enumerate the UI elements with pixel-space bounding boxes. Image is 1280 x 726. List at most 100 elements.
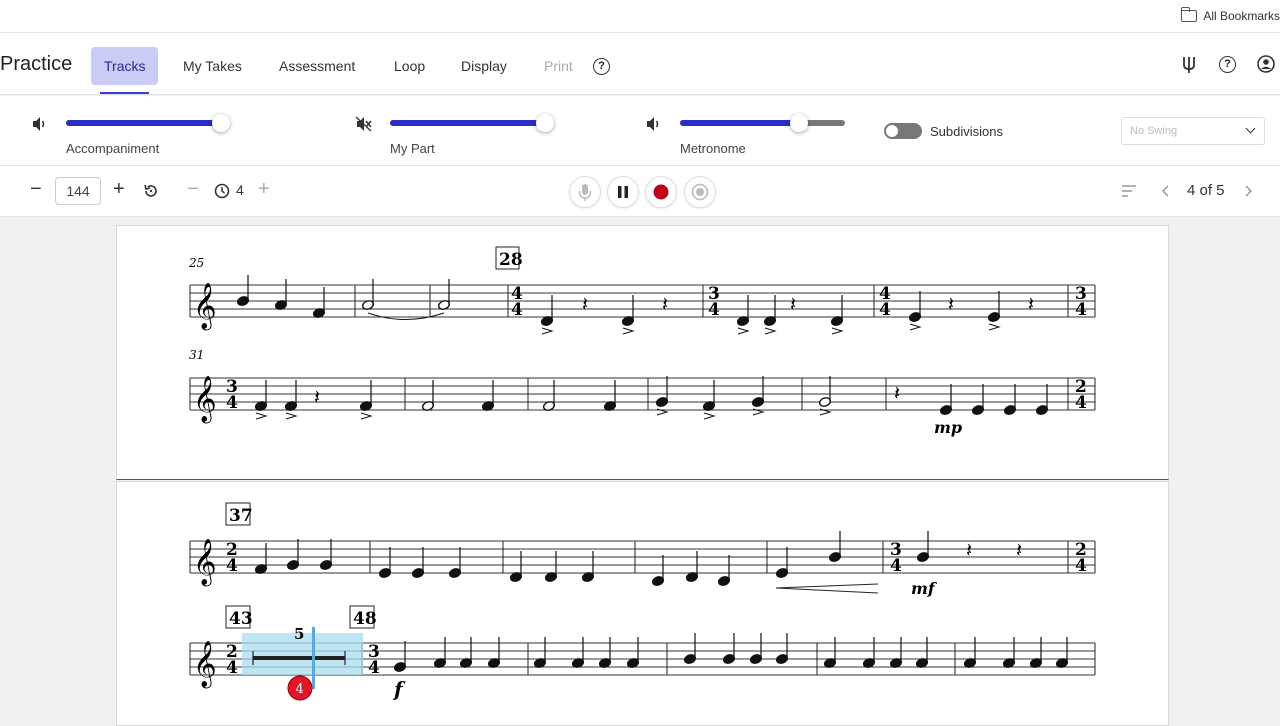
quarter-rest: 𝄽	[1028, 292, 1034, 316]
all-bookmarks-button[interactable]: All Bookmarks	[1181, 7, 1280, 23]
sort-icon[interactable]	[1121, 184, 1137, 198]
clock-icon	[214, 183, 230, 199]
time-signature: 4	[226, 393, 238, 413]
my-part-label: My Part	[390, 141, 435, 156]
treble-clef: 𝄞	[193, 539, 217, 587]
loop-record-icon	[691, 183, 709, 201]
dynamic-marking: mp	[934, 418, 962, 437]
slider-handle[interactable]	[212, 114, 230, 132]
dynamic-marking: f	[392, 677, 406, 701]
score-viewer: 𝄞 4 4 3 4 4 4 3 4 𝄞 3 4 2 4 𝄞 2 4 3 4 2 4 𝄞 2 4 3 4 𝄽 𝄽 𝄽 𝄽 𝄽 𝄽 𝄽 𝄽 𝄽 25 2…	[0, 218, 1280, 726]
count-in-value: 4	[236, 182, 244, 198]
quarter-rest: 𝄽	[966, 538, 972, 562]
slider-handle[interactable]	[536, 114, 554, 132]
my-part-volume-slider[interactable]	[390, 114, 554, 132]
tempo-decrease-button[interactable]: −	[30, 178, 42, 201]
time-signature: 4	[890, 556, 902, 576]
quarter-rest: 𝄽	[790, 292, 796, 316]
rehearsal-mark: 48	[353, 609, 377, 629]
tab-print[interactable]: Print	[531, 47, 586, 85]
accent-mark	[703, 412, 716, 420]
count-in-increase-button[interactable]: +	[258, 178, 270, 201]
tuner-icon[interactable]	[1180, 55, 1198, 75]
accent-mark	[737, 327, 750, 335]
accent-mark	[360, 412, 373, 420]
accent-mark	[285, 412, 298, 420]
mixer-panel: Accompaniment My Part Metronome Subdivis…	[0, 96, 1280, 166]
account-icon[interactable]	[1257, 55, 1275, 73]
page-indicator: 4 of 5	[1187, 182, 1225, 199]
tab-display[interactable]: Display	[448, 47, 520, 85]
page-title: Practice	[0, 53, 73, 75]
accent-mark	[541, 327, 554, 335]
volume-icon[interactable]	[31, 116, 49, 132]
rehearsal-mark: 28	[499, 250, 523, 270]
quarter-rest: 𝄽	[1016, 538, 1022, 562]
slider-handle[interactable]	[790, 114, 808, 132]
sheet-music[interactable]: 𝄞 44344434𝄞 3424𝄞 243424𝄞 2434𝄽 𝄽 𝄽 𝄽 𝄽𝄽 𝄽𝄽 𝄽 25 2…	[0, 218, 1280, 720]
treble-clef: 𝄞	[193, 641, 217, 689]
subdivisions-toggle[interactable]	[884, 123, 922, 139]
time-signature: 4	[226, 556, 238, 576]
chevron-right-icon[interactable]	[1243, 185, 1253, 197]
quarter-rest: 𝄽	[948, 292, 954, 316]
measure-number: 25	[188, 256, 204, 270]
time-signature: 4	[511, 300, 523, 320]
microphone-icon	[578, 184, 592, 201]
tie	[367, 312, 445, 320]
quarter-rest: 𝄽	[894, 381, 900, 405]
cursor-beat-number: 4	[296, 682, 304, 697]
rehearsal-mark: 37	[229, 506, 253, 526]
tempo-increase-button[interactable]: +	[113, 178, 125, 201]
time-signature: 4	[879, 300, 891, 320]
loop-record-button[interactable]	[684, 176, 716, 208]
accompaniment-label: Accompaniment	[66, 141, 160, 156]
accent-mark	[988, 323, 1001, 331]
subdivisions-label: Subdivisions	[930, 124, 1003, 139]
tab-tracks[interactable]: Tracks	[91, 47, 159, 94]
accent-mark	[909, 323, 922, 331]
time-signature: 4	[226, 658, 238, 678]
quarter-rest: 𝄽	[662, 292, 668, 316]
all-bookmarks-label: All Bookmarks	[1203, 9, 1280, 23]
help-circle-icon[interactable]: ?	[1219, 56, 1236, 73]
swing-select[interactable]: No Swing	[1121, 117, 1265, 145]
treble-clef: 𝄞	[193, 376, 217, 424]
measure-number: 31	[189, 348, 204, 362]
time-signature: 4	[1075, 300, 1087, 320]
chevron-left-icon[interactable]	[1161, 185, 1171, 197]
count-in-decrease-button[interactable]: −	[187, 178, 199, 201]
record-icon	[653, 184, 669, 200]
volume-icon[interactable]	[645, 116, 663, 132]
time-signature: 4	[708, 300, 720, 320]
metronome-label: Metronome	[680, 141, 746, 156]
time-signature: 4	[368, 658, 380, 678]
microphone-button[interactable]	[569, 176, 601, 208]
tab-my-takes[interactable]: My Takes	[170, 47, 255, 85]
dynamic-marking: mf	[911, 579, 938, 598]
reset-tempo-icon[interactable]	[143, 183, 159, 199]
quarter-rest: 𝄽	[582, 292, 588, 316]
folder-icon	[1181, 7, 1198, 22]
metronome-volume-slider[interactable]	[680, 114, 845, 132]
pause-icon	[618, 186, 628, 198]
playback-cursor[interactable]	[312, 627, 315, 689]
accompaniment-volume-slider[interactable]	[66, 114, 230, 132]
accent-mark	[255, 412, 268, 420]
pause-button[interactable]	[607, 176, 639, 208]
time-signature: 4	[1075, 393, 1087, 413]
tempo-input[interactable]: 144	[55, 177, 101, 205]
time-signature: 4	[1075, 556, 1087, 576]
rehearsal-mark: 43	[229, 609, 253, 629]
tab-loop[interactable]: Loop	[381, 47, 438, 85]
multirest-count: 5	[294, 625, 304, 643]
swing-value: No Swing	[1130, 125, 1178, 137]
treble-clef: 𝄞	[193, 283, 217, 331]
volume-muted-icon[interactable]	[355, 116, 373, 132]
accent-mark	[622, 327, 635, 335]
chevron-down-icon	[1245, 123, 1256, 134]
accent-mark	[764, 327, 777, 335]
record-button[interactable]	[645, 176, 677, 208]
help-icon[interactable]: ?	[593, 58, 610, 75]
tab-assessment[interactable]: Assessment	[266, 47, 368, 85]
